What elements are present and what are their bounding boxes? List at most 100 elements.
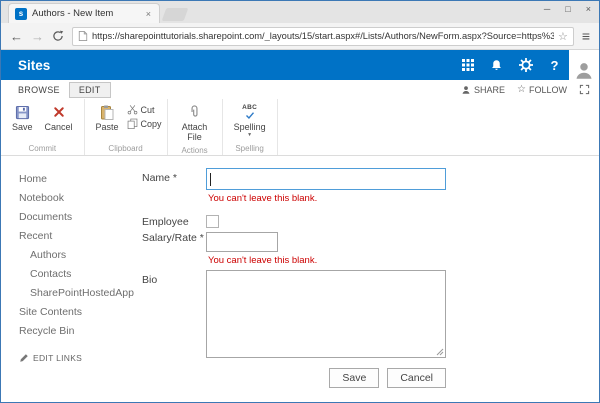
- address-input[interactable]: https://sharepointtutorials.sharepoint.c…: [72, 27, 574, 46]
- ribbon-right-actions: SHARE ☆ FOLLOW: [461, 84, 599, 95]
- bio-field-label: Bio: [142, 270, 206, 286]
- tab-close-icon[interactable]: ×: [144, 9, 153, 19]
- suite-bar: Sites: [1, 50, 599, 80]
- name-validation-error: You can't leave this blank.: [208, 193, 446, 204]
- settings-gear-icon[interactable]: [511, 50, 540, 80]
- share-label: SHARE: [474, 85, 505, 95]
- new-item-form: Name * You can't leave this blank. Emplo…: [134, 156, 599, 402]
- app-launcher-icon[interactable]: [453, 50, 482, 80]
- form-buttons: Save Cancel: [206, 368, 446, 388]
- ribbon-save-button[interactable]: Save: [6, 101, 39, 134]
- person-icon: [574, 60, 594, 80]
- ribbon-attach-file-button[interactable]: Attach File: [173, 101, 217, 145]
- back-button[interactable]: ←: [10, 30, 23, 43]
- attach-paperclip-icon: [188, 103, 201, 121]
- copy-icon: [127, 118, 138, 129]
- edit-links-button[interactable]: EDIT LINKS: [19, 353, 134, 363]
- save-label: Save: [12, 122, 33, 132]
- page-content: Home Notebook Documents Recent Authors C…: [1, 156, 599, 402]
- cancel-x-icon: [53, 103, 65, 121]
- resize-grip-icon[interactable]: [436, 348, 444, 356]
- forward-button[interactable]: →: [31, 30, 44, 43]
- bookmark-star-icon[interactable]: ☆: [558, 30, 568, 43]
- form-save-button[interactable]: Save: [329, 368, 379, 388]
- sidebar-item-notebook[interactable]: Notebook: [19, 189, 134, 208]
- form-cancel-button[interactable]: Cancel: [387, 368, 446, 388]
- ribbon-command-area: Save Cancel Commit: [1, 99, 599, 156]
- name-field-label: Name *: [142, 168, 206, 184]
- paste-label: Paste: [96, 122, 119, 132]
- ribbon-tab-row: BROWSE EDIT SHARE ☆ FOLLOW: [1, 80, 599, 99]
- left-navigation: Home Notebook Documents Recent Authors C…: [1, 156, 134, 402]
- tab-title: Authors - New Item: [32, 8, 139, 19]
- browser-menu-icon[interactable]: ≡: [582, 28, 590, 44]
- ribbon-cut-button[interactable]: Cut: [127, 104, 162, 115]
- maximize-button[interactable]: □: [565, 4, 570, 14]
- sharepoint-favicon-icon: s: [15, 8, 27, 20]
- spelling-label: Spelling: [234, 122, 266, 132]
- ribbon-paste-button[interactable]: Paste: [90, 101, 125, 134]
- sidebar-item-home[interactable]: Home: [19, 170, 134, 189]
- name-input[interactable]: [206, 168, 446, 190]
- follow-label: FOLLOW: [529, 85, 567, 95]
- browser-window: s Authors - New Item × ─ □ × ← →: [0, 0, 600, 403]
- ribbon-group-clipboard: Paste Cut Cop: [85, 99, 168, 155]
- cut-scissors-icon: [127, 104, 138, 115]
- ribbon-spelling-button[interactable]: ABC Spelling ▼: [228, 101, 272, 140]
- salary-validation-error: You can't leave this blank.: [208, 255, 317, 266]
- bio-field-row: Bio: [142, 270, 589, 358]
- refresh-button[interactable]: [52, 30, 64, 42]
- ribbon-copy-button[interactable]: Copy: [127, 118, 162, 129]
- text-caret: [210, 173, 211, 186]
- share-person-icon: [461, 85, 471, 95]
- page-icon: [78, 30, 88, 42]
- refresh-icon: [52, 30, 64, 42]
- group-label-spelling: Spelling: [228, 143, 272, 155]
- browser-address-bar: ← → https://sharepointtutorials.sharepoi…: [1, 23, 599, 50]
- sidebar-item-recent[interactable]: Recent: [19, 227, 134, 246]
- user-avatar[interactable]: [569, 50, 599, 80]
- sidebar-item-recycle-bin[interactable]: Recycle Bin: [19, 322, 134, 341]
- help-icon[interactable]: ?: [540, 50, 569, 80]
- sidebar-item-sharepointhostedapp[interactable]: SharePointHostedApp: [19, 284, 134, 303]
- spelling-dropdown-icon: ▼: [247, 133, 252, 138]
- ribbon-tab-browse[interactable]: BROWSE: [9, 83, 69, 97]
- browser-tab[interactable]: s Authors - New Item ×: [8, 3, 160, 23]
- pencil-icon: [19, 353, 29, 363]
- ribbon-group-actions: Attach File Actions: [168, 99, 223, 155]
- notifications-bell-icon[interactable]: [482, 50, 511, 80]
- paste-clipboard-icon: [99, 103, 115, 121]
- group-label-commit: Commit: [6, 143, 79, 155]
- attach-file-label: Attach File: [179, 122, 211, 143]
- cut-label: Cut: [141, 105, 155, 115]
- sidebar-item-site-contents[interactable]: Site Contents: [19, 303, 134, 322]
- group-label-actions: Actions: [173, 145, 217, 157]
- ribbon-group-commit: Save Cancel Commit: [1, 99, 85, 155]
- close-button[interactable]: ×: [586, 4, 591, 14]
- minimize-button[interactable]: ─: [544, 4, 550, 14]
- browser-tab-strip: s Authors - New Item × ─ □ ×: [1, 1, 599, 23]
- bio-textarea[interactable]: [206, 270, 446, 358]
- ribbon-cancel-button[interactable]: Cancel: [39, 101, 79, 134]
- salary-input[interactable]: [206, 232, 278, 252]
- spelling-abc-icon: ABC: [242, 103, 257, 121]
- group-label-clipboard: Clipboard: [90, 143, 162, 155]
- follow-star-icon: ☆: [517, 84, 526, 95]
- suite-bar-icons: ?: [453, 50, 599, 80]
- sidebar-item-documents[interactable]: Documents: [19, 208, 134, 227]
- focus-on-content-icon: [579, 84, 590, 95]
- share-button[interactable]: SHARE: [461, 85, 505, 95]
- url-text[interactable]: https://sharepointtutorials.sharepoint.c…: [92, 31, 554, 41]
- sidebar-item-contacts[interactable]: Contacts: [19, 265, 134, 284]
- employee-checkbox[interactable]: [206, 215, 219, 228]
- follow-button[interactable]: ☆ FOLLOW: [517, 84, 567, 95]
- ribbon-tab-edit[interactable]: EDIT: [69, 82, 111, 98]
- cancel-label: Cancel: [45, 122, 73, 132]
- ribbon-group-spelling: ABC Spelling ▼ Spelling: [223, 99, 278, 155]
- sidebar-item-authors[interactable]: Authors: [19, 246, 134, 265]
- salary-field-label: Salary/Rate *: [142, 228, 206, 244]
- focus-on-content-button[interactable]: [579, 84, 590, 95]
- copy-label: Copy: [141, 119, 162, 129]
- suite-bar-title[interactable]: Sites: [18, 58, 50, 73]
- new-tab-button[interactable]: [162, 8, 189, 21]
